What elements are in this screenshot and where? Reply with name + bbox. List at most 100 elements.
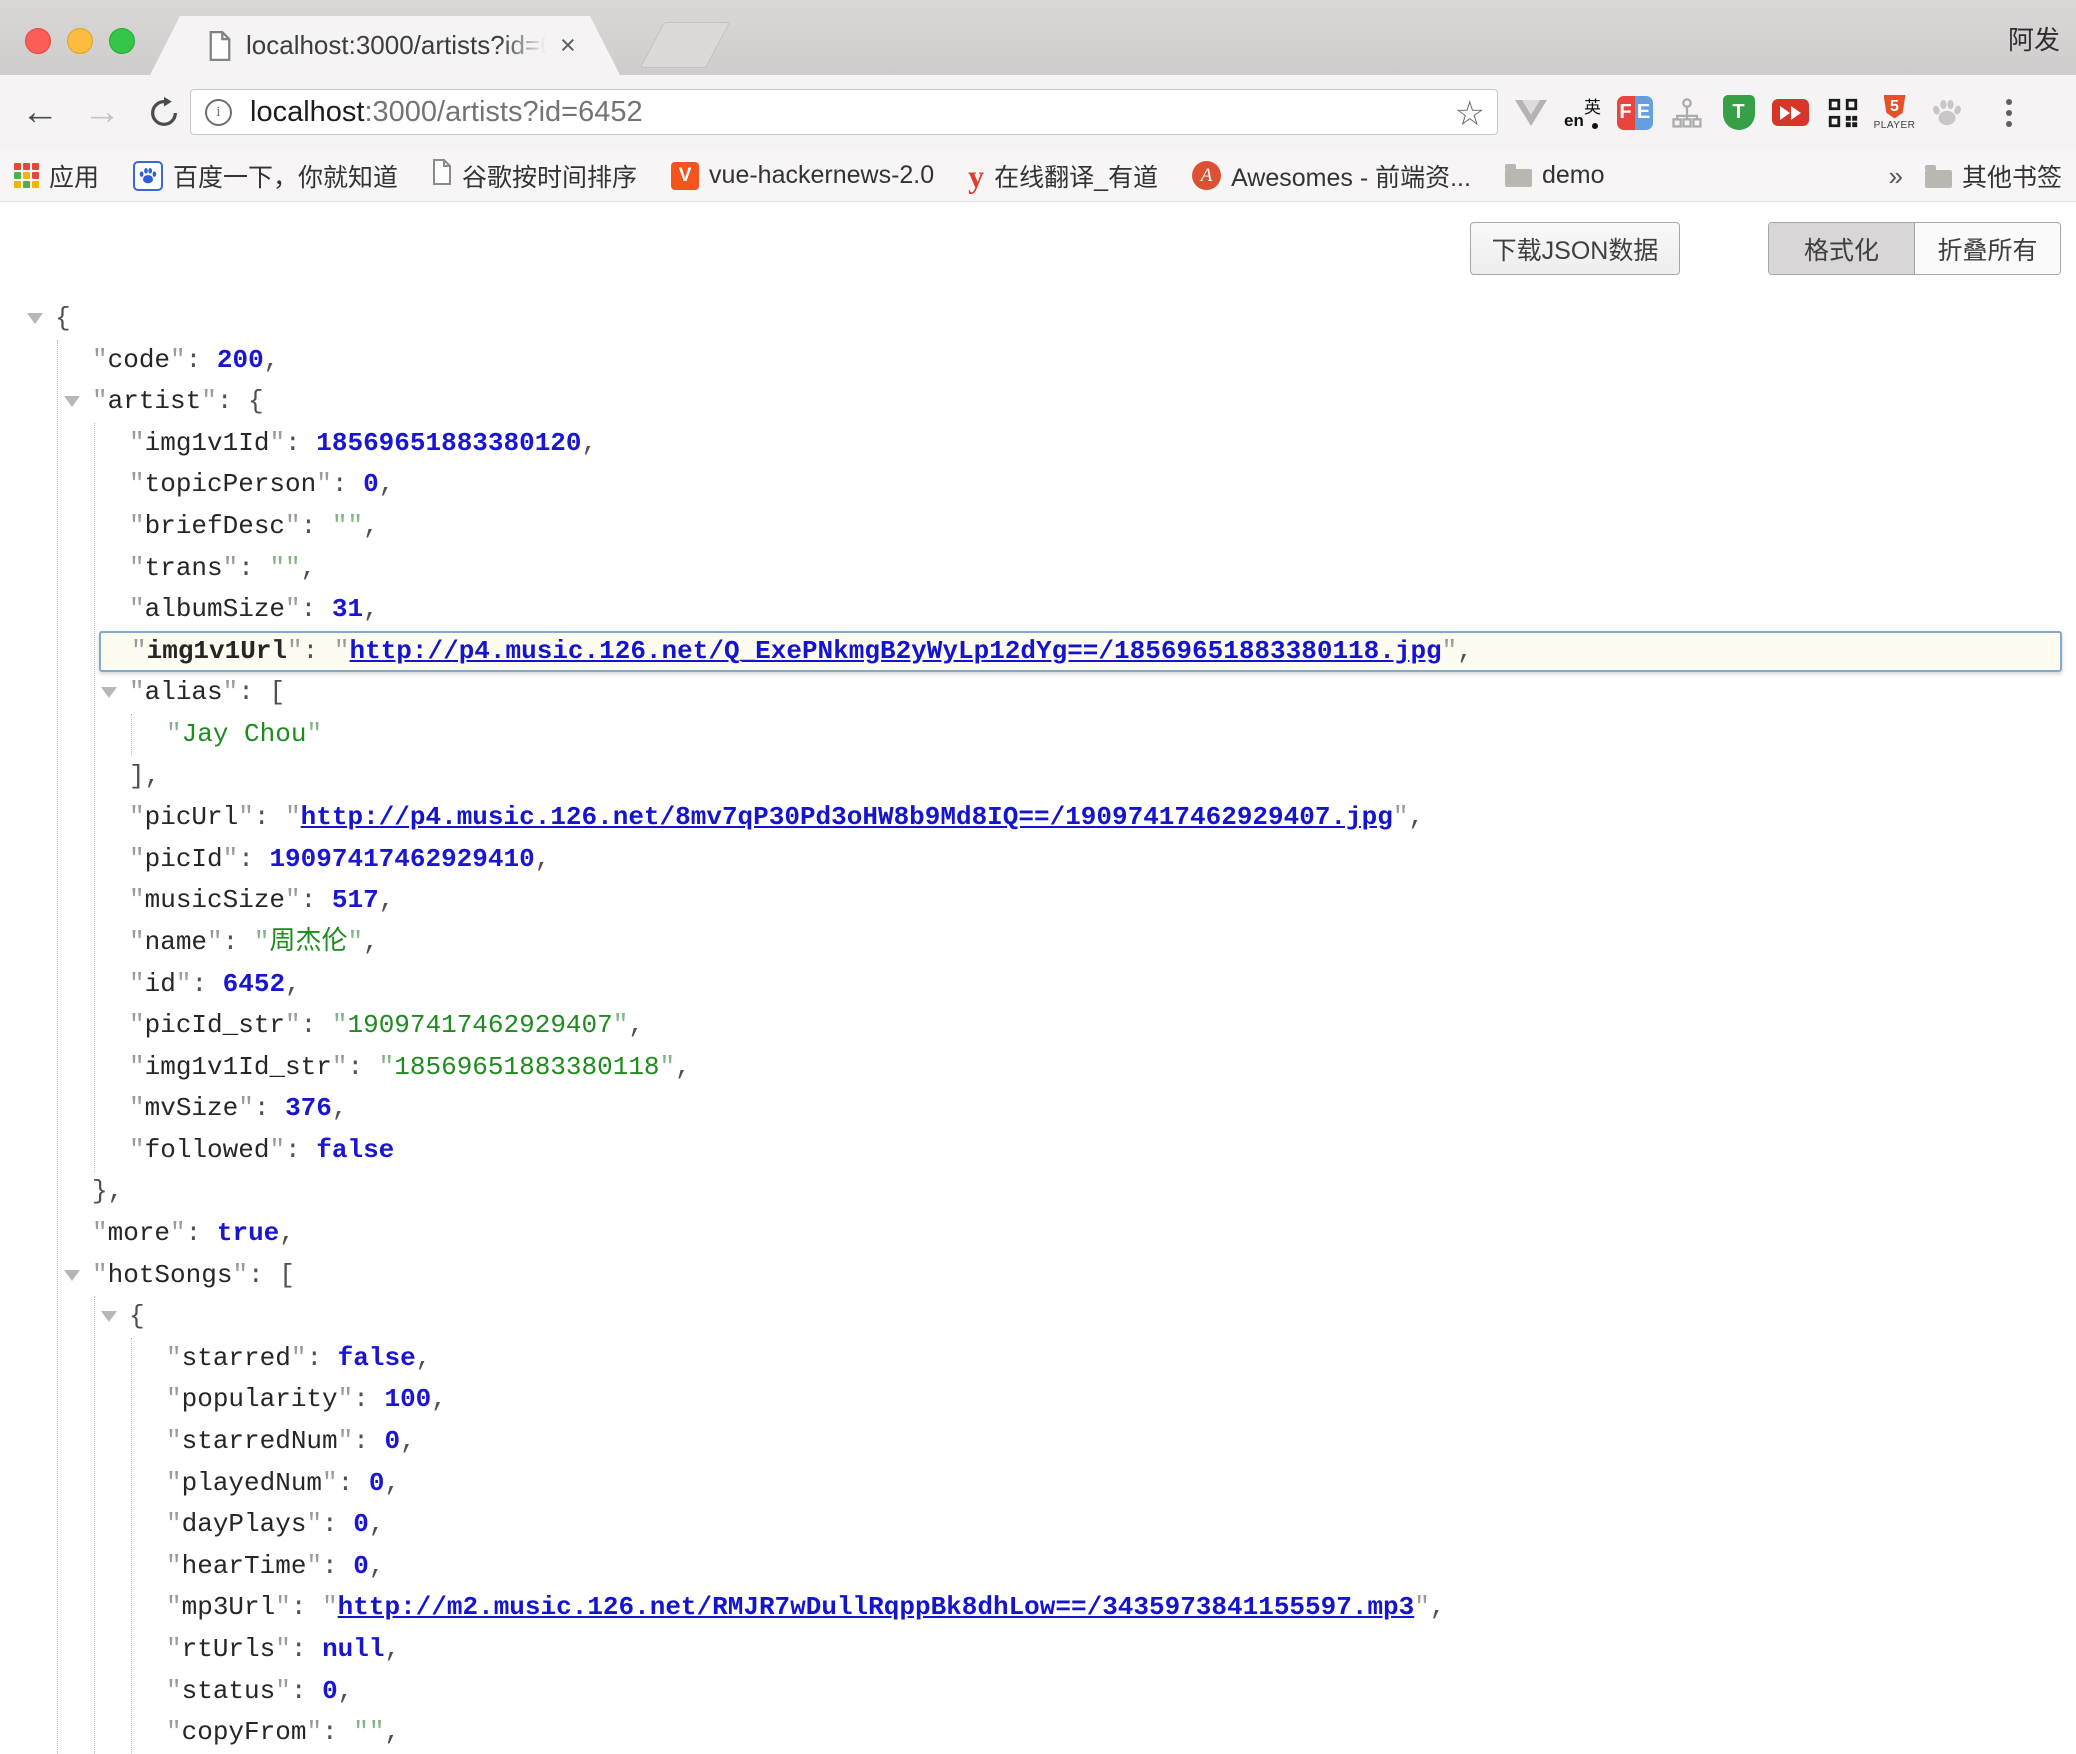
json-token: " [166,1384,182,1414]
json-token: false [338,1343,416,1373]
json-token: 18569651883380118 [394,1052,659,1082]
json-token: : [285,428,316,458]
json-line: "hotSongs": [ [0,1255,2076,1297]
json-line: "picId_str": "19097417462929407", [0,1005,2076,1047]
awesomes-icon: A [1192,161,1221,190]
youdao-icon: y [968,160,984,192]
tampermonkey-shield-icon[interactable]: T [1720,93,1757,133]
json-token: " [285,1010,301,1040]
json-token: " [1414,1592,1430,1622]
json-token: , [675,1052,691,1082]
json-token: " [338,1426,354,1456]
json-token: " [176,969,192,999]
browser-tab[interactable]: localhost:3000/artists?id=645 × [150,16,620,75]
json-line: "starred": false, [0,1338,2076,1380]
bookmarks-bar: 应用百度一下，你就知道谷歌按时间排序 Vvue-hackernews-2.0 y在线… [0,150,2076,202]
json-token: 18569651883380120 [316,428,581,458]
close-window-button[interactable] [25,28,51,54]
bookmark-label: vue-hackernews-2.0 [709,161,934,190]
json-token: 0 [353,1509,369,1539]
vue-devtools-icon[interactable] [1512,93,1549,133]
qrcode-extension-icon[interactable] [1824,93,1861,133]
translate-zh-glyph: 英 [1584,93,1601,118]
json-token: : [291,1634,322,1664]
json-token: " [201,386,217,416]
json-token: " [238,802,254,832]
back-button[interactable]: ← [14,75,66,150]
json-line: "playedNum": 0, [0,1463,2076,1505]
sitemap-extension-icon[interactable] [1668,93,1705,133]
format-button[interactable]: 格式化 [1769,223,1915,274]
folder-icon [1505,169,1532,187]
download-json-button[interactable]: 下载JSON数据 [1470,222,1680,275]
json-token: " [379,1052,395,1082]
json-token: 200 [217,345,264,375]
json-url-link[interactable]: http://p4.music.126.net/Q_ExePNkmgB2yWyL… [349,636,1441,666]
bookmark-item[interactable]: A Awesomes - 前端资... [1192,158,1471,194]
other-bookmarks-folder[interactable]: 其他书签 [1925,158,2062,194]
json-token: "" [332,511,363,541]
json-token: " [129,927,145,957]
json-token: " [291,1343,307,1373]
json-token: " [306,1717,322,1747]
json-token: " [285,511,301,541]
collapse-triangle-icon[interactable] [27,313,43,324]
json-token: 100 [384,1384,431,1414]
bookmark-item[interactable]: 百度一下，你就知道 [133,158,398,194]
json-token: " [129,802,145,832]
paw-extension-icon[interactable] [1928,93,1965,133]
collapse-all-button[interactable]: 折叠所有 [1915,223,2060,274]
translate-extension-icon[interactable]: 英 en [1564,93,1601,133]
json-token: " [129,469,145,499]
json-token: 0 [322,1676,338,1706]
json-token: name [145,927,207,957]
video-speed-icon[interactable] [1772,93,1809,133]
forward-button: → [76,75,128,150]
json-token: " [129,553,145,583]
json-token: " [322,1468,338,1498]
tab-close-icon[interactable]: × [560,32,576,59]
json-line: "more": true, [0,1213,2076,1255]
collapse-triangle-icon[interactable] [64,1270,80,1281]
bookmark-item[interactable]: 谷歌按时间排序 [432,158,637,194]
json-line: "picUrl": "http://p4.music.126.net/8mv7q… [0,797,2076,839]
bookmark-item[interactable]: Vvue-hackernews-2.0 [671,161,934,190]
collapse-triangle-icon[interactable] [64,396,80,407]
address-bar[interactable]: i localhost:3000/artists?id=6452 ☆ [190,89,1498,135]
json-token: , [384,1717,400,1747]
bookmark-item[interactable]: y在线翻译_有道 [968,158,1158,194]
json-url-link[interactable]: http://p4.music.126.net/8mv7qP30Pd3oHW8b… [301,802,1393,832]
site-info-icon[interactable]: i [205,99,232,126]
browser-menu-icon[interactable] [1990,93,2027,133]
json-token: : [301,511,332,541]
html5-player-icon[interactable]: 5 PLAYER [1876,93,1913,133]
json-line-selected[interactable]: "img1v1Url": "http://p4.music.126.net/Q_… [99,631,2062,673]
json-token: " [287,636,303,666]
fe-extension-icon[interactable]: FE [1616,93,1653,133]
json-token: : [291,1592,322,1622]
zoom-window-button[interactable] [109,28,135,54]
json-token: , [400,1426,416,1456]
reload-button[interactable] [138,75,190,150]
collapse-triangle-icon[interactable] [101,687,117,698]
new-tab-button[interactable] [640,22,730,68]
minimize-window-button[interactable] [67,28,93,54]
json-line: "status": 0, [0,1671,2076,1713]
bookmark-item[interactable]: 应用 [14,158,99,194]
json-token: picUrl [145,802,239,832]
collapse-triangle-icon[interactable] [101,1311,117,1322]
json-token: " [129,1010,145,1040]
url-host: localhost [250,96,364,128]
json-token: : [353,1426,384,1456]
bookmarks-overflow-chevron[interactable]: » [1889,161,1903,192]
url-text[interactable]: localhost:3000/artists?id=6452 [250,96,643,129]
json-token: " [332,1052,348,1082]
json-token: "" [269,553,300,583]
bookmark-star-icon[interactable]: ☆ [1455,94,1485,134]
json-token: : [254,1093,285,1123]
bookmark-label: Awesomes - 前端资... [1231,158,1471,194]
browser-profile-name[interactable]: 阿发 [2008,20,2060,57]
json-url-link[interactable]: http://m2.music.126.net/RMJR7wDullRqppBk… [338,1592,1415,1622]
json-line: "dayPlays": 0, [0,1504,2076,1546]
bookmark-item[interactable]: demo [1505,161,1605,190]
